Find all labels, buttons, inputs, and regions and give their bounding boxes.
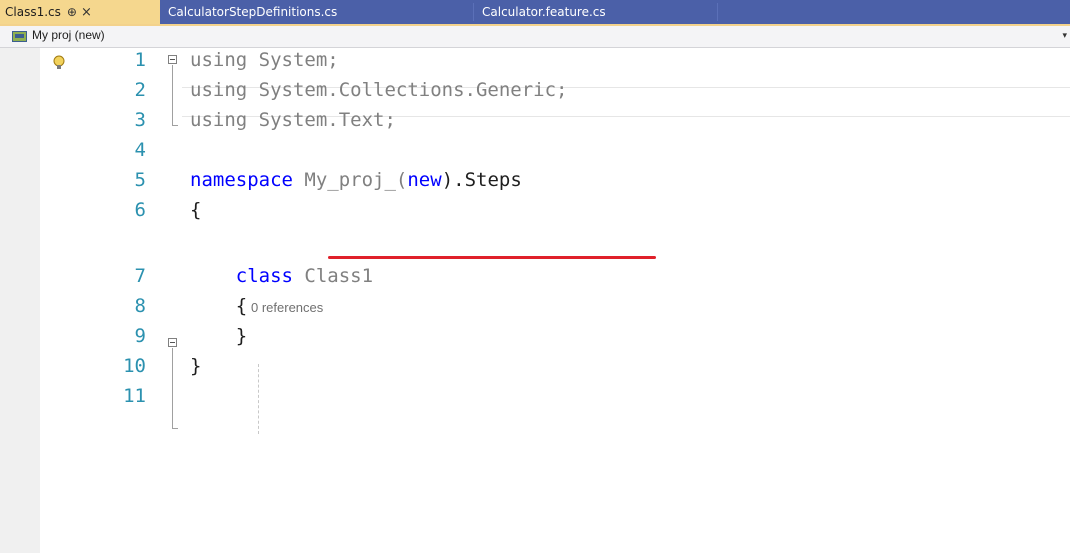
project-icon [12, 31, 27, 42]
code-token: using [190, 109, 248, 131]
code-line[interactable]: namespace My_proj_(new).Steps [190, 165, 522, 195]
code-line[interactable]: { [190, 195, 201, 225]
project-navigation-bar[interactable]: My proj (new) ▾ [0, 26, 1070, 48]
line-number: 2 [134, 79, 146, 101]
code-line[interactable]: using System.Text; [190, 105, 396, 135]
code-line[interactable]: using System.Collections.Generic; [190, 75, 568, 105]
indent-guide [258, 364, 259, 434]
code-editor[interactable]: 1 2 3 4 5 6 7 8 9 10 11 using System; us… [0, 48, 1070, 553]
code-line[interactable]: } [190, 351, 201, 381]
code-line[interactable]: class Class1 [190, 261, 373, 291]
lightbulb-icon[interactable] [53, 55, 65, 71]
line-number: 4 [134, 139, 146, 161]
code-token: System; [247, 49, 339, 71]
code-token: new [407, 169, 442, 191]
code-line[interactable]: using System; [190, 45, 339, 75]
line-number: 9 [134, 325, 146, 347]
tab-calculator-feature-cs[interactable]: Calculator.feature.cs [477, 0, 717, 24]
pin-icon[interactable]: ⊕ [67, 5, 77, 19]
tab-label: Calculator.feature.cs [482, 5, 606, 19]
close-icon[interactable]: × [81, 5, 92, 20]
line-number: 10 [123, 355, 146, 377]
line-number: 5 [134, 169, 146, 191]
code-line[interactable]: { [190, 291, 247, 321]
glyph-margin [0, 48, 40, 553]
code-token: System.Text; [247, 109, 396, 131]
code-token: using [190, 79, 248, 101]
code-token: Class1 [292, 265, 374, 287]
tab-calculator-step-definitions[interactable]: CalculatorStepDefinitions.cs [163, 0, 463, 24]
collapse-region-toggle[interactable] [168, 55, 177, 64]
collapse-region-toggle[interactable] [168, 338, 177, 347]
project-dropdown-label[interactable]: My proj (new) [32, 28, 105, 42]
tab-class1-cs[interactable]: Class1.cs ⊕ × [0, 0, 160, 24]
code-token: using [190, 49, 248, 71]
code-token: { [190, 199, 202, 221]
code-token: ).Steps [441, 169, 522, 191]
outline-line [172, 348, 173, 428]
tab-label: Class1.cs [5, 5, 61, 19]
line-number: 11 [123, 385, 146, 407]
tab-separator [717, 3, 718, 21]
outline-end [172, 125, 178, 126]
code-token: } [190, 325, 248, 347]
line-number: 7 [134, 265, 146, 287]
code-line[interactable]: } [190, 321, 247, 351]
code-token: } [190, 355, 202, 377]
line-number: 1 [134, 49, 146, 71]
document-tab-bar: Class1.cs ⊕ × CalculatorStepDefinitions.cs… [0, 0, 1070, 26]
code-token: namespace [190, 169, 293, 191]
code-token: { [190, 295, 248, 317]
outline-line [172, 65, 173, 125]
red-annotation-underline [328, 256, 656, 259]
tab-label: CalculatorStepDefinitions.cs [168, 5, 338, 19]
codelens-references[interactable]: 0 references [251, 300, 323, 315]
outline-end [172, 428, 178, 429]
code-token: My_proj_( [304, 169, 408, 191]
chevron-down-icon[interactable]: ▾ [1062, 31, 1067, 41]
line-number: 3 [134, 109, 146, 131]
line-number: 8 [134, 295, 146, 317]
code-token: System.Collections.Generic; [247, 79, 568, 101]
line-number: 6 [134, 199, 146, 221]
tab-separator [473, 3, 474, 21]
code-token: class [190, 265, 293, 287]
